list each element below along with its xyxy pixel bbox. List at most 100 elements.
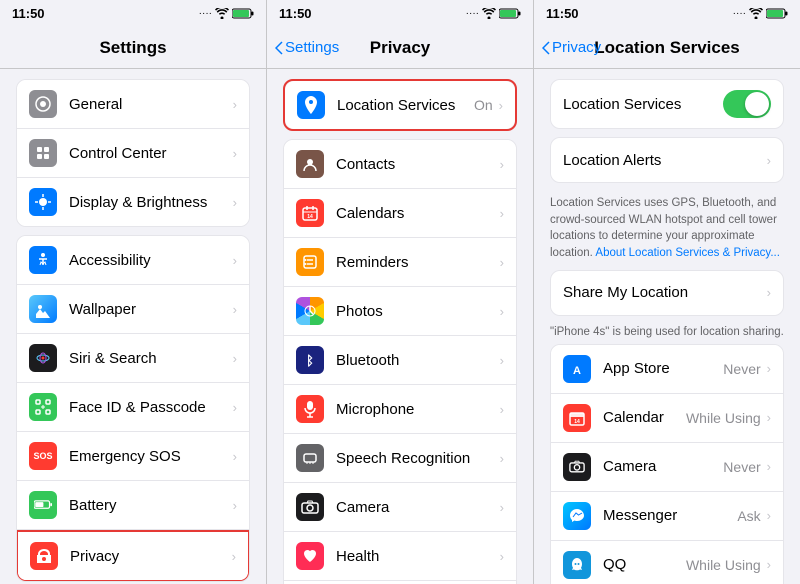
wifi-icon2	[482, 8, 496, 19]
settings-panel: Settings General ›	[0, 25, 267, 584]
privacy-item-reminders[interactable]: Reminders ›	[284, 238, 516, 287]
privacy-highlight-container: Privacy ›	[16, 530, 250, 582]
control-center-icon	[29, 139, 57, 167]
calendar-label: Calendar	[603, 409, 686, 426]
loc-app-appstore[interactable]: A App Store Never ›	[551, 345, 783, 394]
location-services-label: Location Services	[337, 97, 474, 114]
loc-about-link[interactable]: About Location Services & Privacy...	[595, 247, 780, 259]
time-panel2: 11:50	[279, 6, 312, 21]
settings-group2: Accessibility › Wallpaper › Siri & Searc…	[16, 235, 250, 582]
privacy-item-calendars[interactable]: 14 Calendars ›	[284, 189, 516, 238]
back-privacy-label: Privacy	[552, 39, 601, 56]
loc-services-toggle[interactable]	[723, 90, 771, 118]
microphone-icon	[296, 395, 324, 423]
qq-icon	[563, 551, 591, 579]
location-services-highlight: Location Services On ›	[283, 79, 517, 131]
privacy-content: Location Services On › Contacts › 14	[267, 69, 533, 584]
siri-icon	[29, 344, 57, 372]
privacy-item-health[interactable]: Health ›	[284, 532, 516, 581]
photos-label: Photos	[336, 303, 500, 320]
settings-item-accessibility[interactable]: Accessibility ›	[17, 236, 249, 285]
accessibility-label: Accessibility	[69, 252, 233, 269]
location-services-header: Privacy Location Services	[534, 25, 800, 69]
settings-item-general[interactable]: General ›	[17, 80, 249, 129]
wallpaper-icon	[29, 295, 57, 323]
loc-services-toggle-label: Location Services	[563, 96, 723, 113]
signal-icon2: ····	[466, 8, 479, 19]
calendar-app-icon: 14	[563, 404, 591, 432]
reminders-label: Reminders	[336, 254, 500, 271]
camera-icon	[296, 493, 324, 521]
loc-app-qq[interactable]: QQ While Using ›	[551, 541, 783, 584]
settings-item-privacy[interactable]: Privacy ›	[18, 532, 248, 580]
faceid-icon	[29, 393, 57, 421]
calendars-label: Calendars	[336, 205, 500, 222]
calendar-value: While Using	[686, 410, 761, 426]
battery-icon2	[499, 8, 521, 19]
share-location-note: "iPhone 4s" is being used for location s…	[534, 324, 800, 344]
settings-item-siri[interactable]: Siri & Search ›	[17, 334, 249, 383]
settings-item-battery[interactable]: Battery ›	[17, 481, 249, 530]
appstore-label: App Store	[603, 360, 723, 377]
loc-alerts-label: Location Alerts	[563, 152, 767, 169]
emergency-label: Emergency SOS	[69, 448, 233, 465]
loc-app-camera[interactable]: Camera Never ›	[551, 443, 783, 492]
loc-description: Location Services uses GPS, Bluetooth, a…	[534, 191, 800, 270]
battery-settings-icon	[29, 491, 57, 519]
settings-group1-list: General › Control Center ›	[16, 79, 250, 227]
loc-services-toggle-item[interactable]: Location Services	[551, 80, 783, 128]
speech-icon	[296, 444, 324, 472]
location-icon	[297, 91, 325, 119]
privacy-item-contacts[interactable]: Contacts ›	[284, 140, 516, 189]
time-panel3: 11:50	[546, 6, 579, 21]
battery-label: Battery	[69, 497, 233, 514]
privacy-item-speech[interactable]: Speech Recognition ›	[284, 434, 516, 483]
privacy-item-bluetooth[interactable]: ᛒ Bluetooth ›	[284, 336, 516, 385]
qq-label: QQ	[603, 556, 686, 573]
privacy-item-photos[interactable]: Photos ›	[284, 287, 516, 336]
settings-header: Settings	[0, 25, 266, 69]
statusbar-panel3: 11:50 ····	[534, 0, 800, 25]
back-to-privacy[interactable]: Privacy	[542, 39, 601, 56]
general-label: General	[69, 96, 233, 113]
settings-item-control-center[interactable]: Control Center ›	[17, 129, 249, 178]
settings-content: General › Control Center ›	[0, 69, 266, 584]
privacy-item-camera[interactable]: Camera ›	[284, 483, 516, 532]
loc-app-calendar[interactable]: 14 Calendar While Using ›	[551, 394, 783, 443]
back-to-settings[interactable]: Settings	[275, 39, 339, 56]
loc-alerts-item[interactable]: Location Alerts ›	[551, 138, 783, 182]
privacy-label: Privacy	[70, 548, 232, 565]
loc-toggle-group: Location Services	[550, 79, 784, 129]
settings-title: Settings	[99, 38, 166, 58]
contacts-label: Contacts	[336, 156, 500, 173]
wifi-icon3	[749, 8, 763, 19]
settings-item-wallpaper[interactable]: Wallpaper ›	[17, 285, 249, 334]
privacy-item-microphone[interactable]: Microphone ›	[284, 385, 516, 434]
camera-app-label: Camera	[603, 458, 723, 475]
svg-text:14: 14	[574, 419, 580, 425]
back-settings-label: Settings	[285, 39, 339, 56]
emergency-icon: SOS	[29, 442, 57, 470]
share-location-item[interactable]: Share My Location ›	[551, 271, 783, 315]
bluetooth-label: Bluetooth	[336, 352, 500, 369]
loc-alerts-group: Location Alerts ›	[550, 137, 784, 183]
battery-icon3	[766, 8, 788, 19]
bluetooth-icon: ᛒ	[296, 346, 324, 374]
settings-item-display[interactable]: Display & Brightness ›	[17, 178, 249, 226]
privacy-title: Privacy	[370, 38, 431, 58]
settings-item-faceid[interactable]: Face ID & Passcode ›	[17, 383, 249, 432]
control-center-chevron: ›	[233, 146, 237, 161]
privacy-icon	[30, 542, 58, 570]
display-chevron: ›	[233, 195, 237, 210]
wifi-icon	[215, 8, 229, 19]
accessibility-icon	[29, 246, 57, 274]
faceid-label: Face ID & Passcode	[69, 399, 233, 416]
privacy-panel: Settings Privacy Location Services On ›	[267, 25, 534, 584]
settings-item-emergency[interactable]: SOS Emergency SOS ›	[17, 432, 249, 481]
loc-app-messenger[interactable]: Messenger Ask ›	[551, 492, 783, 541]
appstore-icon: A	[563, 355, 591, 383]
statusbar-panel2: 11:50 ····	[267, 0, 534, 25]
display-label: Display & Brightness	[69, 194, 233, 211]
camera-label: Camera	[336, 499, 500, 516]
privacy-item-location[interactable]: Location Services On ›	[285, 81, 515, 129]
